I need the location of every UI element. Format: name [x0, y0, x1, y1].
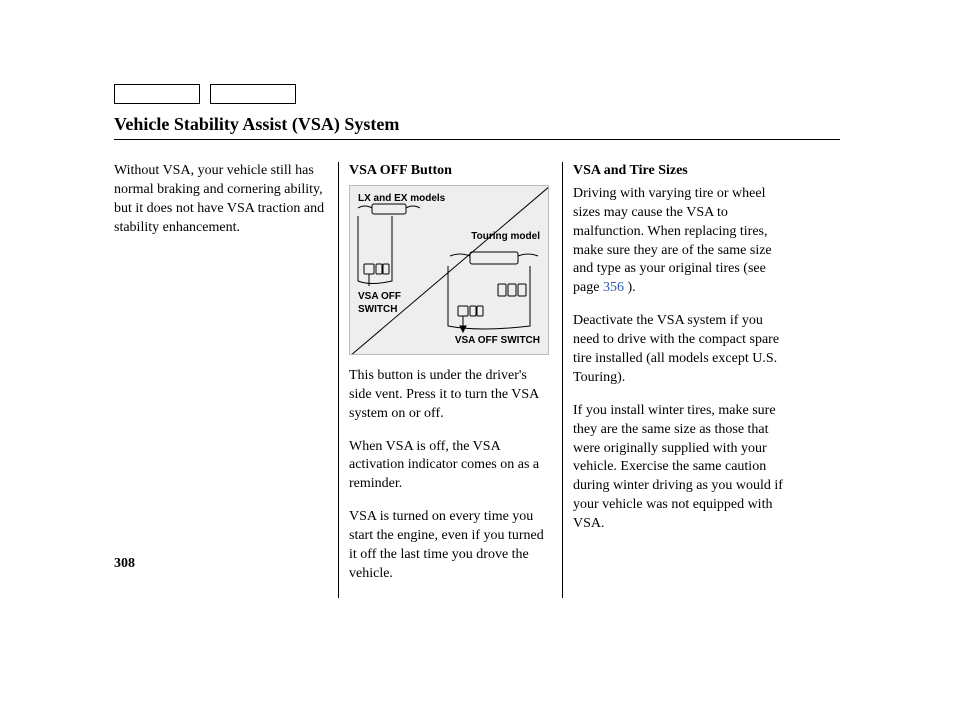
vsa-off-indicator-text: When VSA is off, the VSA activation indi… [349, 438, 552, 495]
vsa-switch-diagram: LX and EX models Touring model VSA OFF S… [349, 185, 549, 355]
diagram-illustration [350, 186, 549, 355]
tire-sizes-paragraph: Driving with varying tire or wheel sizes… [573, 185, 786, 298]
nav-placeholder-boxes [114, 84, 840, 104]
page-title: Vehicle Stability Assist (VSA) System [114, 114, 840, 140]
diagram-label-switch-bottom: VSA OFF SWITCH [455, 334, 540, 348]
column-1: Without VSA, your vehicle still has norm… [114, 162, 338, 598]
tire-sizes-text-b: ). [624, 280, 636, 295]
nav-box-1[interactable] [114, 84, 200, 104]
page-number: 308 [114, 556, 135, 572]
deactivate-vsa-text: Deactivate the VSA system if you need to… [573, 312, 786, 388]
vsa-off-button-heading: VSA OFF Button [349, 162, 552, 181]
diagram-label-lx-ex: LX and EX models [358, 192, 445, 206]
tire-sizes-text-a: Driving with varying tire or wheel sizes… [573, 186, 772, 295]
intro-paragraph: Without VSA, your vehicle still has norm… [114, 162, 330, 238]
nav-box-2[interactable] [210, 84, 296, 104]
column-2: VSA OFF Button [338, 162, 562, 598]
column-3: VSA and Tire Sizes Driving with varying … [562, 162, 786, 598]
diagram-label-touring: Touring model [471, 230, 540, 244]
vsa-engine-start-text: VSA is turned on every time you start th… [349, 508, 552, 584]
winter-tires-text: If you install winter tires, make sure t… [573, 402, 786, 534]
vsa-button-location-text: This button is under the driver's side v… [349, 367, 552, 424]
vsa-tire-sizes-heading: VSA and Tire Sizes [573, 162, 786, 181]
diagram-label-switch-left: VSA OFF SWITCH [358, 290, 408, 317]
content-columns: Without VSA, your vehicle still has norm… [114, 162, 840, 598]
page-link-356[interactable]: 356 [603, 280, 624, 295]
